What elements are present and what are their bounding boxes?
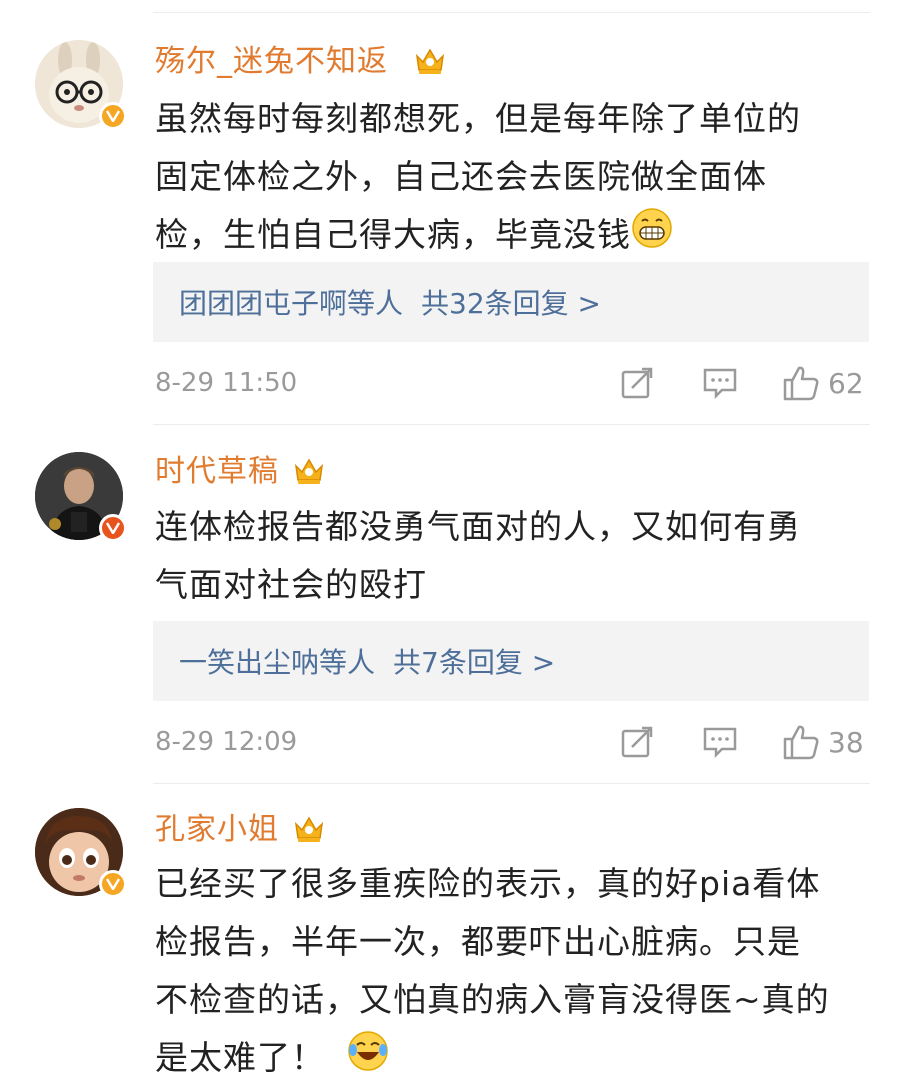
comment-text-line: 检，生怕自己得大病，毕竟没钱 [155,215,631,254]
repost-icon [621,367,653,399]
comment-text-line: 检，生怕自己得大病，毕竟没钱 [155,206,855,267]
reply-names[interactable]: 一笑出尘呐等人 [179,641,375,681]
reply-summary[interactable]: 团团团屯子啊等人 共32条回复 > [153,262,869,342]
username[interactable]: 时代草稿 [155,454,279,490]
crown-icon [413,44,447,78]
comment-text: 已经买了很多重疾险的表示，真的好pia看体 检报告，半年一次，都要吓出心脏病。只… [155,855,855,1090]
like-count: 62 [828,366,864,400]
grin-emoji-icon [631,207,673,267]
repost-icon [621,726,653,758]
top-divider [153,12,870,13]
comment-icon [703,368,737,400]
verified-gold-badge-icon [99,870,127,898]
comment-text-line: 是太难了！ [155,1029,855,1090]
comment-text-line: 气面对社会的殴打 [155,565,427,604]
comment-text-line: 虽然每时每刻都想死，但是每年除了单位的 [155,99,801,138]
avatar[interactable] [35,40,127,130]
comment-button[interactable] [702,366,738,400]
laugh-cry-emoji-icon [347,1030,389,1090]
crown-icon [292,812,326,846]
username[interactable]: 孔家小姐 [155,812,279,848]
thumbs-up-icon [783,366,819,401]
like-count: 38 [828,725,864,759]
avatar[interactable] [35,808,127,898]
comment-time: 8-29 12:09 [155,727,298,757]
comment-icon [703,727,737,759]
verified-orange-badge-icon [99,514,127,542]
comment-text-line: 不检查的话，又怕真的病入膏肓没得医~真的 [155,980,830,1019]
reply-count[interactable]: 共32条回复 > [421,282,601,322]
comment-text: 连体检报告都没勇气面对的人，又如何有勇 气面对社会的殴打 [155,498,855,614]
reply-names[interactable]: 团团团屯子啊等人 [179,282,403,322]
crown-icon [292,454,326,488]
reply-summary[interactable]: 一笑出尘呐等人 共7条回复 > [153,621,869,701]
comment-text-line: 连体检报告都没勇气面对的人，又如何有勇 [155,507,801,546]
like-button[interactable]: 62 [782,364,864,402]
repost-button[interactable] [620,366,654,400]
reply-count[interactable]: 共7条回复 > [393,641,555,681]
thumbs-up-icon [783,725,819,760]
comment-text-line: 已经买了很多重疾险的表示，真的好pia看体 [155,864,821,903]
comment-text-line: 是太难了！ [155,1038,325,1077]
comment-time: 8-29 11:50 [155,368,298,398]
comment-text: 虽然每时每刻都想死，但是每年除了单位的 固定体检之外，自己还会去医院做全面体 检… [155,90,855,267]
comment-text-line: 固定体检之外，自己还会去医院做全面体 [155,157,767,196]
avatar[interactable] [35,452,127,542]
comment-text-line: 检报告，半年一次，都要吓出心脏病。只是 [155,922,801,961]
comment-divider [153,783,870,784]
comment-button[interactable] [702,725,738,759]
username[interactable]: 殇尔_迷兔不知返 [155,44,388,80]
verified-gold-badge-icon [99,102,127,130]
like-button[interactable]: 38 [782,723,864,761]
repost-button[interactable] [620,725,654,759]
comment-divider [153,424,870,425]
